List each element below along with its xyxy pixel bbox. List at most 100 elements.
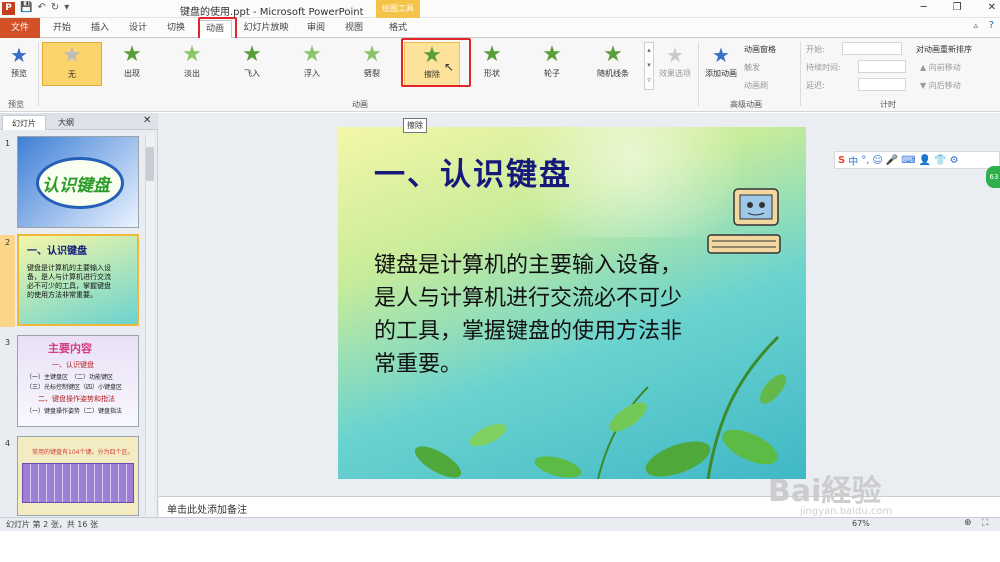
duration-label: 持续时间: [806,63,841,72]
advanced-group-label: 高级动画 [730,100,762,109]
save-icon[interactable]: 💾 [20,2,32,13]
duration-field[interactable] [858,60,906,73]
keyboard-image [22,463,134,503]
animation-label: 无 [68,70,76,79]
gallery-scroll[interactable]: ▴ ▾ ▿ [644,42,654,90]
slide-thumb[interactable]: 常用的键盘有104个键。分为四个区。 [17,436,139,516]
slide-info: 幻灯片 第 2 张，共 16 张 [6,520,98,529]
animation-label: 随机线条 [597,69,629,78]
baidu-watermark-url: jingyan.baidu.com [800,506,893,517]
timing-group-label: 计时 [880,100,896,109]
animation-shape[interactable]: ★ 形状 [464,42,520,86]
animation-wheel[interactable]: ★ 轮子 [524,42,580,86]
tab-outline[interactable]: 大纲 [46,115,86,130]
panel-tabs: 幻灯片 大纲 ✕ [0,113,158,130]
customize-qat-icon[interactable]: ▾ [64,2,69,13]
animation-label: 轮子 [544,69,560,78]
user-icon[interactable]: 👤 [919,155,931,166]
slide-thumb[interactable]: 一、认识键盘 键盘是计算机的主要输入设备，是人与计算机进行交流必不可少的工具，掌… [17,234,139,326]
skin-icon[interactable]: 👕 [934,155,946,166]
restore-icon[interactable]: ❐ [953,2,962,13]
star-icon: ★ [482,42,502,67]
separator [698,42,699,106]
tab-transitions[interactable]: 切换 [158,20,194,38]
tab-insert[interactable]: 插入 [82,20,118,38]
slide-canvas[interactable]: 一、认识键盘 键盘是计算机的主要输入设备，是人与计算机进行交流必不可少的工具，掌… [338,127,806,479]
slide-title[interactable]: 一、认识键盘 [374,149,572,194]
trigger-button[interactable]: 触发 [744,62,760,73]
preview-button[interactable]: ★ 预览 [4,42,34,88]
add-animation-icon: ★ [712,43,730,67]
animation-appear[interactable]: ★ 出现 [104,42,160,86]
tab-view[interactable]: 视图 [336,20,372,38]
fit-window-icon[interactable]: ⛶ [982,518,988,528]
panel-scrollbar[interactable] [145,135,154,515]
tab-file[interactable]: 文件 [0,18,40,38]
thumb-item: （一）主键盘区 （二）功能键区 [26,374,114,381]
emoji-icon[interactable]: ☺ [872,155,882,166]
punctuation-icon[interactable]: °, [861,155,869,166]
undo-icon[interactable]: ↶ [37,2,45,13]
move-earlier-button[interactable]: ▲ 向前移动 [920,62,961,73]
close-panel-icon[interactable]: ✕ [143,115,151,126]
animation-split[interactable]: ★ 劈裂 [344,42,400,86]
zoom-in-icon[interactable]: ⊕ [964,518,972,528]
ime-mode-label[interactable]: 中 [848,153,858,168]
slides-panel: 幻灯片 大纲 ✕ 1 认识键盘 2 一、认识键盘 键盘是计算机的主要输入设备，是… [0,113,158,517]
delay-field[interactable] [858,78,906,91]
window-title: 键盘的使用.ppt - Microsoft PowerPoint [180,7,364,18]
start-dropdown[interactable] [842,42,902,55]
thumb-item: （三）光标控制键区（四）小键盘区 [26,384,123,391]
scroll-thumb[interactable] [146,147,154,181]
tab-design[interactable]: 设计 [120,20,156,38]
thumb-title: 认识键盘 [42,176,110,196]
tab-slides[interactable]: 幻灯片 [2,115,46,130]
slide-number: 1 [5,139,11,148]
move-later-button[interactable]: ▼ 向后移动 [920,80,961,91]
settings-icon[interactable]: ⚙ [950,155,959,166]
ime-toolbar[interactable]: S 中 °, ☺ 🎤 ⌨ 👤 👕 ⚙ [834,151,1000,169]
tab-slideshow[interactable]: 幻灯片放映 [238,20,294,38]
sogou-icon: S [838,154,846,166]
selected-indicator [0,235,15,327]
effect-options-button[interactable]: ★ 效果选项 [656,42,694,92]
zoom-level[interactable]: 67% [852,519,870,528]
minimize-icon[interactable]: ─ [921,2,927,13]
add-animation-button[interactable]: ★ 添加动画 [702,42,740,92]
slide-thumb[interactable]: 认识键盘 [17,136,139,228]
animation-label: 劈裂 [364,69,380,78]
notification-badge[interactable]: 63 [986,166,1000,188]
tab-format[interactable]: 格式 [378,20,418,38]
keyboard-icon[interactable]: ⌨ [901,155,915,166]
animation-float-in[interactable]: ★ 浮入 [284,42,340,86]
help-icon[interactable]: ? [989,20,994,31]
animation-painter-button[interactable]: 动画刷 [744,80,768,91]
animation-pane-button[interactable]: 动画窗格 [744,44,776,55]
animation-label: 浮入 [304,69,320,78]
leaves-decoration [414,335,787,479]
preview-star-icon: ★ [10,43,28,67]
animation-fade[interactable]: ★ 淡出 [164,42,220,86]
voice-icon[interactable]: 🎤 [886,155,898,166]
tab-review[interactable]: 审阅 [298,20,334,38]
quick-access-toolbar: 💾 ↶ ↻ ▾ [20,2,69,13]
separator [800,42,801,106]
star-icon: ★ [242,42,262,67]
redo-icon[interactable]: ↻ [51,2,59,13]
tab-home[interactable]: 开始 [44,20,80,38]
animation-none[interactable]: ★ 无 [42,42,102,86]
close-icon[interactable]: ✕ [988,2,996,13]
star-icon: ★ [122,42,142,67]
collapse-ribbon-icon[interactable]: ▵ [973,21,978,31]
animation-random-bars[interactable]: ★ 随机线条 [584,42,642,86]
animation-fly-in[interactable]: ★ 飞入 [224,42,280,86]
delay-label: 延迟: [806,81,825,90]
preview-group-label: 预览 [8,100,24,109]
star-icon: ★ [182,42,202,67]
thumb-item: 二、键盘操作姿势和指法 [38,395,115,403]
tooltip: 擦除 [403,118,427,133]
reorder-label: 对动画重新排序 [916,45,972,54]
slide-number: 4 [5,439,11,448]
slide-thumb[interactable]: 主要内容 一、认识键盘 （一）主键盘区 （二）功能键区 （三）光标控制键区（四）… [17,335,139,427]
tab-animations[interactable]: 动画 [198,20,232,39]
